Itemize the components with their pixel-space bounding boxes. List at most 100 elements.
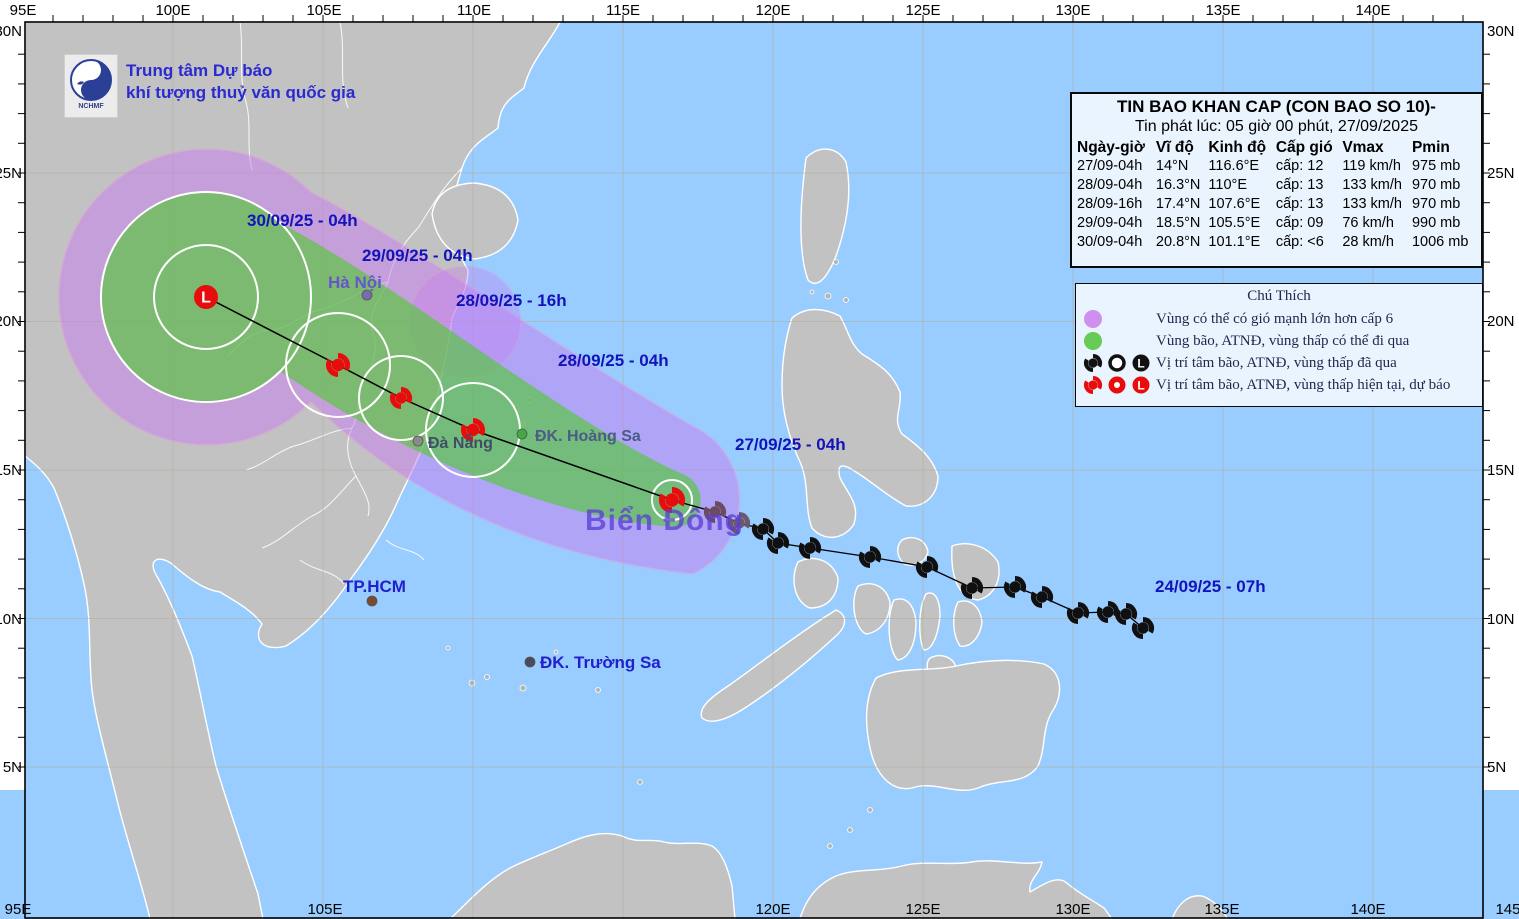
storm-table-cell: 116.6°E (1208, 158, 1260, 174)
storm-table-cell: 18.5°N (1155, 215, 1201, 231)
city-dot (412, 435, 424, 447)
storm-table-column-header: Kinh độ (1208, 139, 1267, 156)
typhoon-symbol (1083, 375, 1103, 395)
storm-table-cell: 975 mb (1411, 158, 1461, 174)
storm-table-cell: 27/09-04h (1077, 158, 1143, 174)
storm-table-cell: 28/09-04h (1077, 177, 1143, 193)
storm-table-cell: 990 mb (1411, 215, 1461, 231)
track-date-label: 27/09/25 - 04h (735, 435, 846, 454)
axis-label-lat-right: 10N (1487, 611, 1515, 628)
purple-area-icon (1082, 308, 1156, 330)
bulletin-issued-time: Tin phát lúc: 05 giờ 00 phút, 27/09/2025 (1135, 118, 1418, 135)
storm-bulletin-box: TIN BAO KHAN CAP (CON BAO SO 10)- Tin ph… (1070, 92, 1483, 268)
city-dot (516, 428, 528, 440)
storm-table-cell: 970 mb (1411, 177, 1461, 193)
legend-glyph (1108, 354, 1126, 372)
legend-glyph (1108, 376, 1126, 394)
current-symbols-icon: L (1082, 374, 1156, 396)
legend-glyph: L (1132, 354, 1150, 372)
storm-table-cell: 29/09-04h (1077, 215, 1143, 231)
storm-data-table: Ngày-giờ Vĩ độ Kinh độ Cấp gió Vmax Pmin 27/0… (1076, 139, 1477, 252)
city-dot (524, 656, 536, 668)
margin-left (0, 22, 25, 790)
storm-table-cell: 28/09-16h (1077, 196, 1143, 212)
header: NCHMF Trung tâm Dự báo khí tượng thuỷ vă… (64, 54, 355, 118)
axis-label-lat-left: 30N (0, 23, 22, 40)
legend-row: L Vị trí tâm bão, ATNĐ, vùng thấp hiện tạ… (1082, 374, 1476, 396)
storm-table-cell: 133 km/h (1342, 196, 1402, 212)
axis-label-lat-left: 20N (0, 313, 22, 330)
axis-label-lon-top: 130E (1055, 2, 1090, 19)
storm-table-cell: 30/09-04h (1077, 234, 1143, 250)
axis-label-lon-top: 95E (10, 2, 37, 19)
axis-label-lat-right: 30N (1487, 23, 1515, 40)
sea-name-layer: Biển Đông (585, 504, 744, 537)
axis-label-lat-right: 20N (1487, 313, 1515, 330)
axis-label-lon-bottom: 145E (1495, 901, 1519, 918)
storm-table-cell: 14°N (1155, 158, 1189, 174)
typhoon-forecast-map-screen: L Biển Đông Hà Nội Đà Nẵng ĐK. Hoàng Sa TP.… (0, 0, 1519, 919)
storm-table-cell: 76 km/h (1342, 215, 1394, 231)
nchmf-logo-icon (70, 59, 112, 101)
legend-title: Chú Thích (1247, 288, 1311, 304)
legend-row-label: Vị trí tâm bão, ATNĐ, vùng thấp đã qua (1156, 354, 1397, 371)
org-name: Trung tâm Dự báo khí tượng thuỷ văn quốc… (126, 54, 355, 104)
svg-text:L: L (1137, 379, 1144, 393)
track-date-label: 28/09/25 - 04h (558, 351, 669, 370)
org-name-line1: Trung tâm Dự báo (126, 61, 273, 80)
legend-glyph (1084, 310, 1102, 328)
axis-label-lon-top: 105E (306, 2, 341, 19)
axis-label-lon-bottom: 130E (1055, 901, 1090, 918)
org-name-line2: khí tượng thuỷ văn quốc gia (126, 83, 356, 102)
storm-table-column-header: Cấp gió (1275, 139, 1333, 156)
storm-table-cell: cấp: 13 (1275, 196, 1324, 212)
nchmf-logo-text: NCHMF (78, 103, 104, 110)
city-label: ĐK. Hoàng Sa (535, 428, 641, 445)
land-mindanao (865, 659, 1061, 792)
city-dot (366, 595, 378, 607)
legend-glyph (1084, 332, 1102, 350)
storm-table-cell: cấp: 12 (1275, 158, 1324, 174)
storm-table-column-header: Pmin (1411, 139, 1450, 156)
axis-label-lon-top: 100E (155, 2, 190, 19)
legend-glyph: L (1132, 376, 1150, 394)
axis-label-lon-bottom: 140E (1350, 901, 1385, 918)
legend-row: Vùng bão, ATNĐ, vùng thấp có thể đi qua (1082, 330, 1476, 352)
legend-row-label: Vùng có thể có gió mạnh lớn hơn cấp 6 (1156, 310, 1394, 327)
track-date-label: 28/09/25 - 16h (456, 291, 567, 310)
legend-glyph (1083, 375, 1103, 395)
storm-table-cell: 101.1°E (1208, 234, 1261, 250)
margin-right (1483, 22, 1519, 790)
storm-table-column-header: Vĩ độ (1155, 139, 1194, 156)
storm-table-row: 28/09-16h 17.4°N 107.6°E cấp: 13 133 km/h 970… (1076, 195, 1477, 214)
storm-table-cell: 970 mb (1411, 196, 1461, 212)
axis-label-lon-top: 120E (755, 2, 790, 19)
storm-table-cell: 17.4°N (1155, 196, 1201, 212)
storm-table-row: 30/09-04h 20.8°N 101.1°E cấp: <6 28 km/h 1006… (1076, 233, 1477, 252)
storm-table-cell: 20.8°N (1155, 234, 1201, 250)
axis-label-lon-bottom: 105E (307, 901, 342, 918)
storm-table-cell: cấp: 09 (1275, 215, 1324, 231)
axis-label-lat-left: 5N (3, 759, 22, 776)
storm-table-row: 29/09-04h 18.5°N 105.5°E cấp: 09 76 km/h 990 … (1076, 214, 1477, 233)
storm-table-column-header: Ngày-giờ (1077, 139, 1145, 156)
city-label: TP.HCM (343, 577, 406, 596)
track-date-label: 30/09/25 - 04h (247, 211, 358, 230)
storm-table-header-row: Ngày-giờ Vĩ độ Kinh độ Cấp gió Vmax Pmin (1076, 139, 1477, 157)
axis-label-lon-top: 110E (457, 2, 491, 19)
city-label: Đà Nẵng (428, 432, 493, 452)
typhoon-symbol (1083, 353, 1103, 373)
storm-table-cell: 119 km/h (1342, 158, 1401, 174)
axis-label-lat-right: 5N (1487, 759, 1506, 776)
axis-label-lat-right: 25N (1487, 165, 1515, 182)
storm-table-cell: 110°E (1208, 177, 1248, 193)
sea-name-label: Biển Đông (585, 504, 744, 537)
storm-table-cell: 1006 mb (1411, 234, 1469, 250)
storm-table-row: 28/09-04h 16.3°N 110°E cấp: 13 133 km/h 970 m… (1076, 176, 1477, 195)
axis-label-lon-bottom: 120E (755, 901, 790, 918)
storm-table-cell: 28 km/h (1342, 234, 1394, 250)
storm-table-cell: cấp: <6 (1275, 234, 1324, 250)
storm-table-cell: 16.3°N (1155, 177, 1201, 193)
track-date-label: 24/09/25 - 07h (1155, 577, 1266, 596)
storm-table-cell: 107.6°E (1208, 196, 1261, 212)
